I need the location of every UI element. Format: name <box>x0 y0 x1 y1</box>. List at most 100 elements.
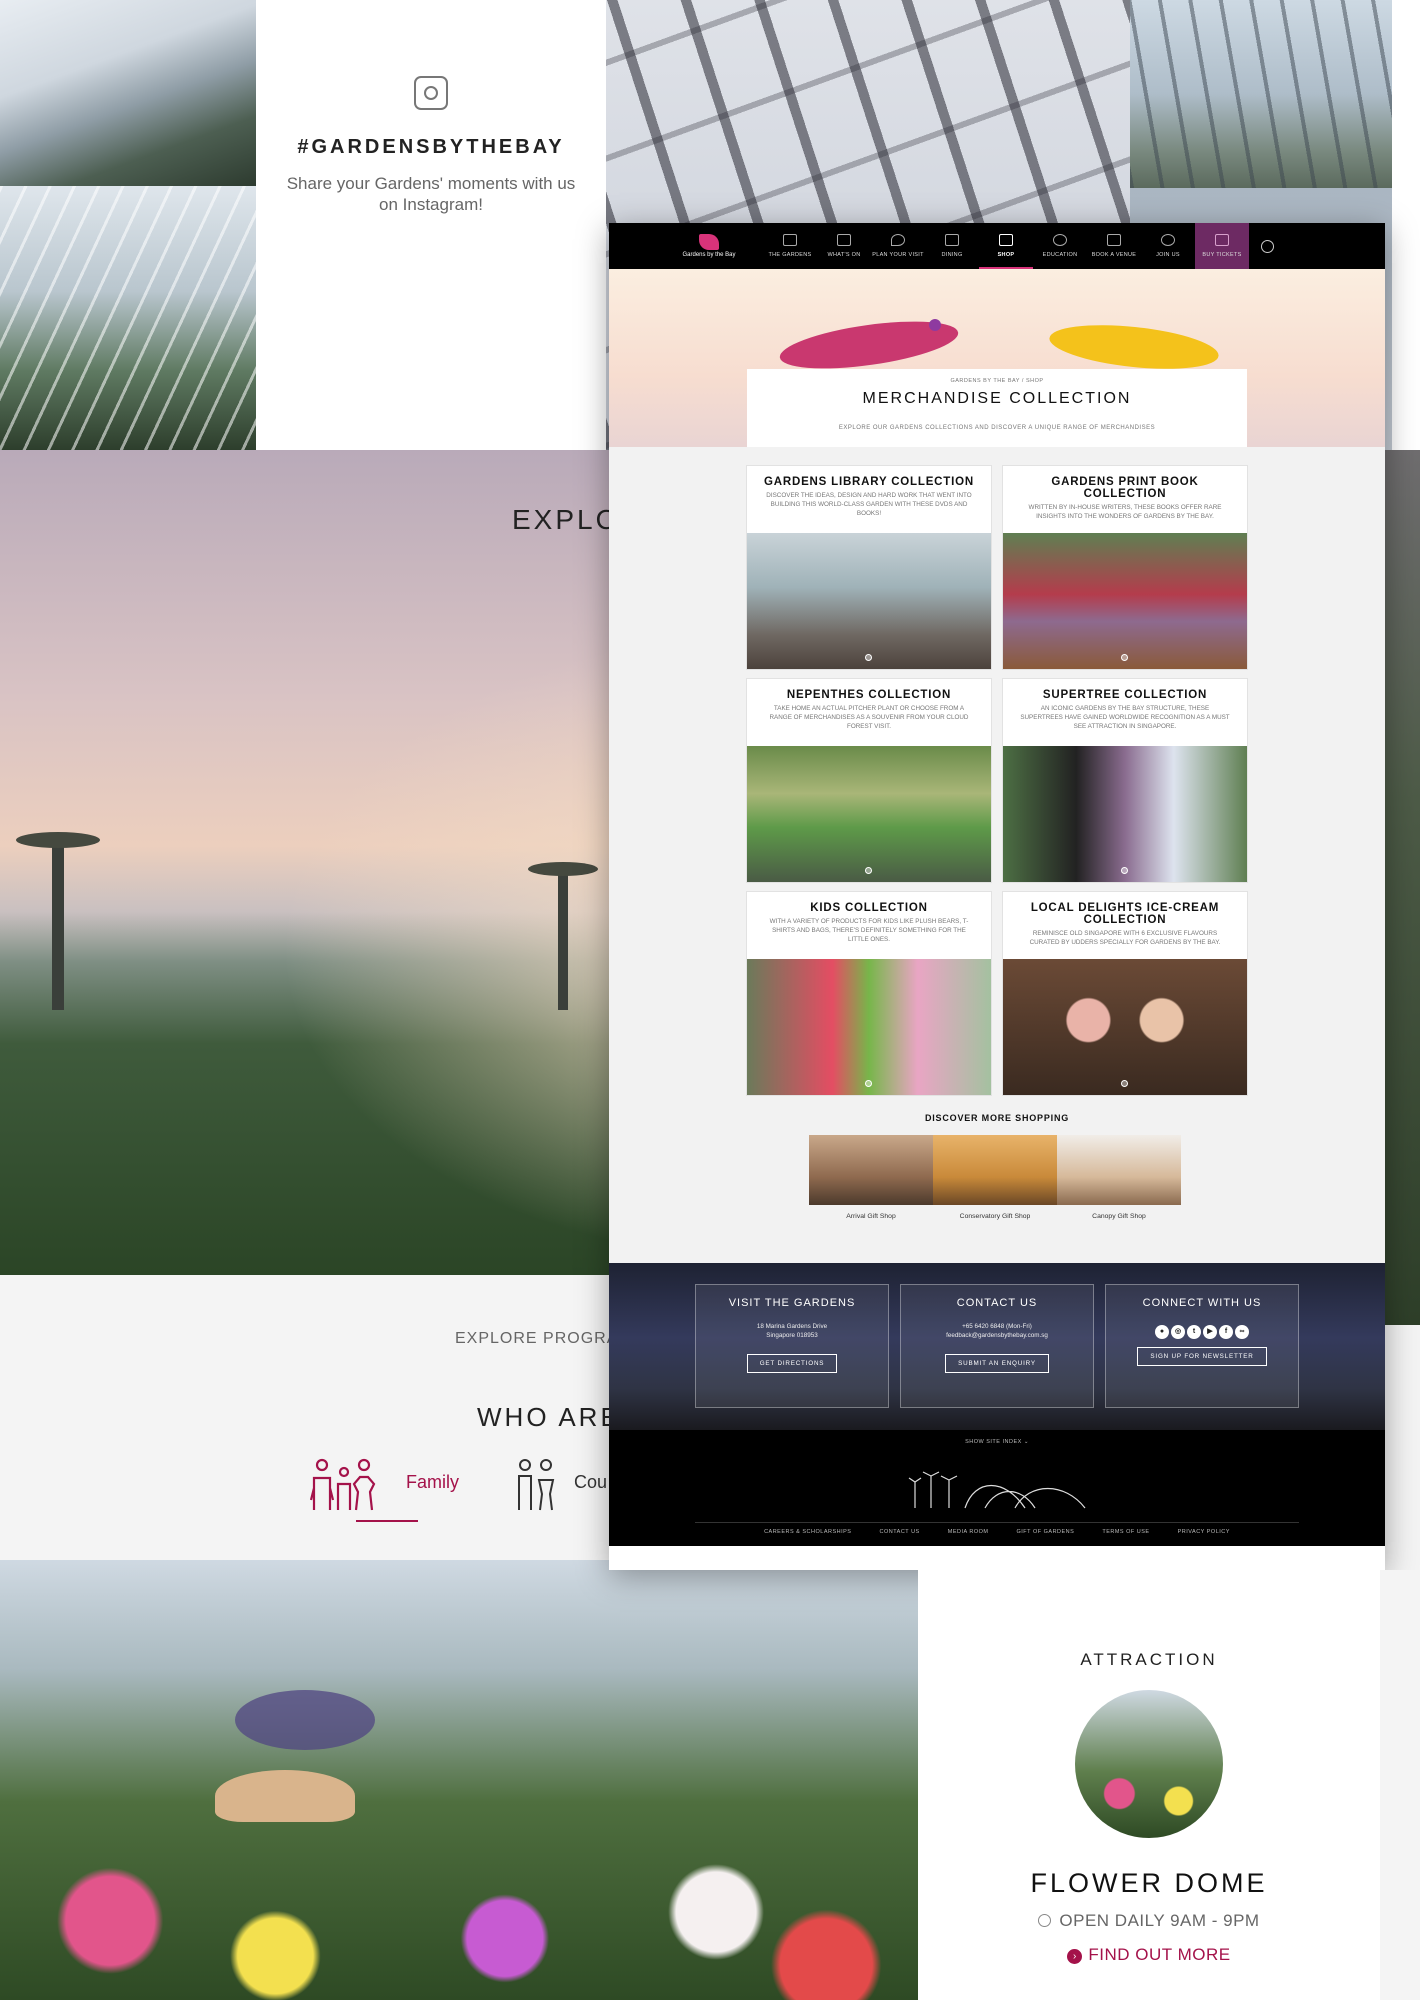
background-white-strip <box>1392 0 1420 450</box>
collection-image <box>1003 746 1247 882</box>
yellow-splash-decoration <box>1047 318 1221 376</box>
explore-programmes-link[interactable]: EXPLORE PROGRAM <box>455 1330 633 1348</box>
get-directions-button[interactable]: GET DIRECTIONS <box>746 1354 838 1373</box>
footer-link[interactable]: TERMS OF USE <box>1102 1529 1149 1535</box>
collection-card[interactable]: GARDENS LIBRARY COLLECTION Discover the … <box>747 466 991 669</box>
social-icons: ● ◎ t ▶ f ∞ <box>1106 1320 1298 1339</box>
show-site-index-toggle[interactable]: SHOW SITE INDEX ⌄ <box>609 1439 1385 1445</box>
carousel-dot[interactable] <box>865 654 872 661</box>
store-conservatory-gift-shop[interactable] <box>933 1135 1057 1205</box>
instagram-icon[interactable] <box>414 76 448 110</box>
who-are-heading: WHO ARE <box>477 1402 621 1432</box>
footer-link[interactable]: GIFT OF GARDENS <box>1017 1529 1075 1535</box>
shop-page-screenshot: Gardens by the Bay THE GARDENS WHAT'S ON… <box>609 223 1385 1570</box>
collection-image <box>1003 959 1247 1095</box>
nav-the-gardens[interactable]: THE GARDENS <box>763 234 817 258</box>
right-margin <box>1380 1570 1420 2000</box>
carousel-dot[interactable] <box>1121 867 1128 874</box>
page-subtitle: EXPLORE OUR GARDENS COLLECTIONS AND DISC… <box>838 425 1156 431</box>
footer-link[interactable]: PRIVACY POLICY <box>1178 1529 1230 1535</box>
collection-card[interactable]: KIDS COLLECTION With a variety of produc… <box>747 892 991 1095</box>
shop-hero: GARDENS BY THE BAY / SHOP MERCHANDISE CO… <box>609 269 1385 447</box>
nav-shop[interactable]: SHOP <box>979 223 1033 269</box>
store-label[interactable]: Arrival Gift Shop <box>809 1213 933 1220</box>
nav-dining[interactable]: DINING <box>925 234 979 258</box>
attraction-name[interactable]: FLOWER DOME <box>918 1868 1380 1899</box>
couple-tab[interactable]: Cou <box>516 1458 611 1522</box>
contact-phone[interactable]: +65 6420 6848 (Mon-Fri) <box>901 1322 1093 1331</box>
leaf-icon <box>783 234 797 246</box>
page-title: MERCHANDISE COLLECTION <box>862 390 1132 407</box>
contact-us-box: CONTACT US +65 6420 6848 (Mon-Fri) feedb… <box>900 1284 1094 1408</box>
collection-desc: With a variety of products for kids like… <box>769 918 969 943</box>
search-icon[interactable] <box>1261 239 1274 253</box>
footer-link[interactable]: CONTACT US <box>879 1529 919 1535</box>
instagram-hashtag[interactable]: #GARDENSBYTHEBAY <box>256 136 606 159</box>
flower-dome-photo <box>0 1560 918 2000</box>
right-sunset-edge <box>1385 450 1420 1325</box>
store-label[interactable]: Conservatory Gift Shop <box>933 1213 1057 1220</box>
collection-desc: Discover the ideas, design and hard work… <box>766 492 972 517</box>
nav-whats-on[interactable]: WHAT'S ON <box>817 234 871 258</box>
footer-links: CAREERS & SCHOLARSHIPS CONTACT US MEDIA … <box>609 1529 1385 1535</box>
collection-desc: Take home an actual pitcher plant or cho… <box>769 705 969 730</box>
supertree-canopy-icon-2 <box>528 862 598 876</box>
family-tab[interactable]: Family <box>310 1458 460 1522</box>
dragonfly-sculpture <box>235 1690 375 1750</box>
collection-card[interactable]: NEPENTHES COLLECTION Take home an actual… <box>747 679 991 882</box>
collection-title: GARDENS PRINT BOOK COLLECTION <box>1051 476 1199 500</box>
carousel-dot[interactable] <box>865 867 872 874</box>
people-icon <box>1161 234 1175 246</box>
instagram-icon[interactable]: ◎ <box>1171 1325 1185 1339</box>
collection-title: LOCAL DELIGHTS ICE-CREAM COLLECTION <box>1030 902 1220 926</box>
couple-icon <box>518 1459 555 1511</box>
store-canopy-gift-shop[interactable] <box>1057 1135 1181 1205</box>
clock-icon <box>1038 1914 1052 1927</box>
purple-dot-decoration <box>929 319 941 331</box>
gardens-logo[interactable]: Gardens by the Bay <box>679 234 739 258</box>
carousel-dot[interactable] <box>1121 1080 1128 1087</box>
grid-icon <box>1107 234 1121 246</box>
supertree-icon-2 <box>558 870 568 1010</box>
store-label[interactable]: Canopy Gift Shop <box>1057 1213 1181 1220</box>
collection-card[interactable]: GARDENS PRINT BOOK COLLECTION Written by… <box>1003 466 1247 669</box>
cloud-forest-photo <box>0 186 256 450</box>
store-arrival-gift-shop[interactable] <box>809 1135 933 1205</box>
attraction-thumbnail[interactable] <box>1075 1690 1223 1838</box>
breadcrumb[interactable]: GARDENS BY THE BAY / SHOP <box>747 378 1247 384</box>
nav-education[interactable]: EDUCATION <box>1033 234 1087 258</box>
carousel-dot[interactable] <box>865 1080 872 1087</box>
collection-title: NEPENTHES COLLECTION <box>786 689 952 701</box>
dining-icon <box>945 234 959 246</box>
visit-gardens-box: VISIT THE GARDENS 18 Marina Gardens Driv… <box>695 1284 889 1408</box>
ticket-icon <box>1215 234 1229 246</box>
nav-plan-your-visit[interactable]: PLAN YOUR VISIT <box>871 234 925 258</box>
newsletter-signup-button[interactable]: SIGN UP FOR NEWSLETTER <box>1137 1347 1267 1366</box>
carousel-dot[interactable] <box>1121 654 1128 661</box>
main-nav: Gardens by the Bay THE GARDENS WHAT'S ON… <box>609 223 1385 269</box>
youtube-icon[interactable]: ▶ <box>1203 1325 1217 1339</box>
calendar-icon <box>837 234 851 246</box>
facebook-icon[interactable]: f <box>1219 1325 1233 1339</box>
nav-buy-tickets[interactable]: BUY TICKETS <box>1195 223 1249 269</box>
explore-heading: EXPLO <box>512 504 621 535</box>
tripadvisor-icon[interactable]: ∞ <box>1235 1325 1249 1339</box>
hero-title-box: GARDENS BY THE BAY / SHOP MERCHANDISE CO… <box>747 369 1247 447</box>
collection-card[interactable]: SUPERTREE COLLECTION An iconic Gardens b… <box>1003 679 1247 882</box>
address-line-1: 18 Marina Gardens Drive <box>756 1323 828 1330</box>
nav-join-us[interactable]: JOIN US <box>1141 234 1195 258</box>
submit-enquiry-button[interactable]: SUBMIT AN ENQUIRY <box>945 1354 1049 1373</box>
flickr-icon[interactable]: ● <box>1155 1325 1169 1339</box>
collection-card[interactable]: LOCAL DELIGHTS ICE-CREAM COLLECTION Remi… <box>1003 892 1247 1095</box>
footer-link[interactable]: CAREERS & SCHOLARSHIPS <box>764 1529 851 1535</box>
visit-title: VISIT THE GARDENS <box>728 1297 856 1309</box>
attraction-hours-text: OPEN DAILY 9AM - 9PM <box>1059 1911 1260 1930</box>
cloud-dome-photo-top <box>0 0 256 186</box>
nav-book-a-venue[interactable]: BOOK A VENUE <box>1087 234 1141 258</box>
contact-email[interactable]: feedback@gardensbythebay.com.sg <box>901 1331 1093 1340</box>
footer-link[interactable]: MEDIA ROOM <box>948 1529 989 1535</box>
attraction-hours: OPEN DAILY 9AM - 9PM <box>918 1911 1380 1931</box>
collection-image <box>747 746 991 882</box>
find-out-more-link[interactable]: › FIND OUT MORE <box>918 1945 1380 1965</box>
twitter-icon[interactable]: t <box>1187 1325 1201 1339</box>
